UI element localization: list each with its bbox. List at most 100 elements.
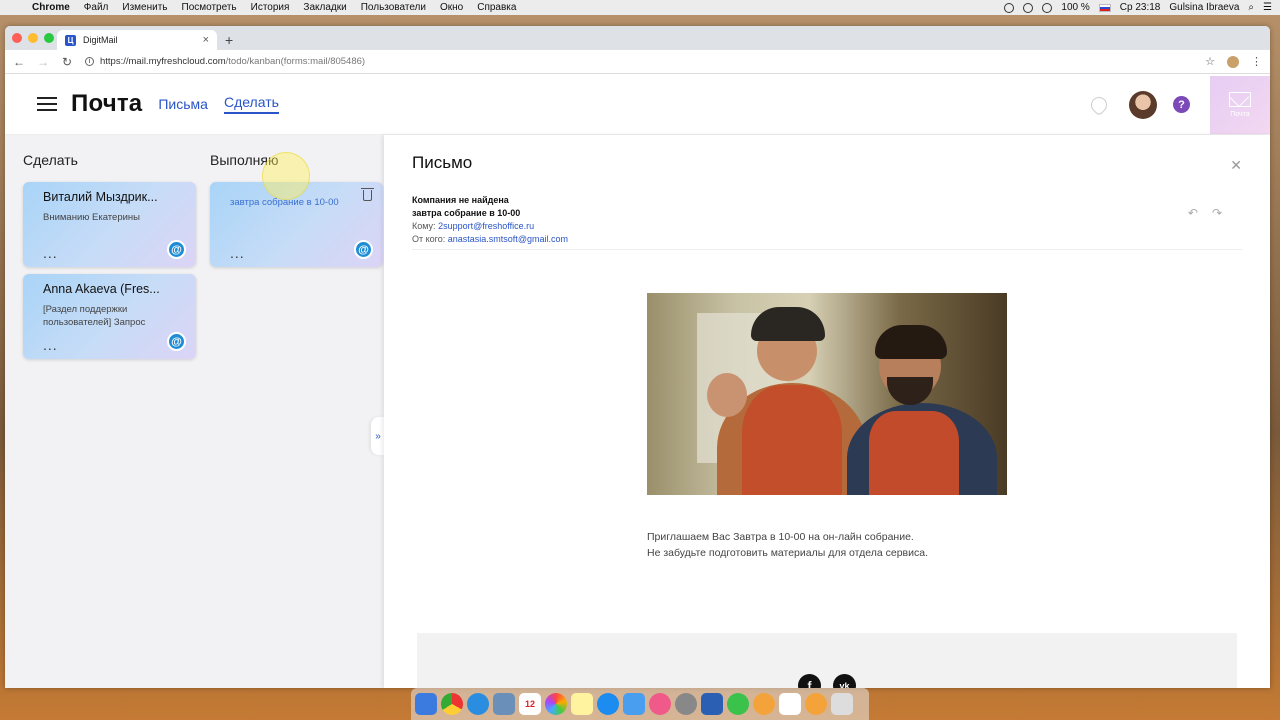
system-preferences-icon[interactable] xyxy=(675,693,697,715)
kanban-card[interactable]: Виталий Мыздрик... Вниманию Екатерины ..… xyxy=(23,182,196,267)
mail-from-label: От кого: xyxy=(412,234,446,244)
battery-percent[interactable]: 100 % xyxy=(1061,2,1089,13)
menu-help[interactable]: Справка xyxy=(477,2,516,13)
mail-from-address[interactable]: anastasia.smtsoft@gmail.com xyxy=(448,234,568,244)
kanban-card[interactable]: Anna Akaeva (Fres... [Раздел поддержки п… xyxy=(23,274,196,359)
digitmail-favicon-icon: Ц xyxy=(65,34,76,46)
app-icon[interactable] xyxy=(753,693,775,715)
chrome-menu-icon[interactable]: ⋮ xyxy=(1251,55,1262,68)
new-tab-icon[interactable]: + xyxy=(225,32,233,48)
preview-icon[interactable] xyxy=(493,693,515,715)
menu-file[interactable]: Файл xyxy=(84,2,109,13)
menu-app-name[interactable]: Chrome xyxy=(32,2,70,13)
card-title: Anna Akaeva (Fres... xyxy=(43,282,160,296)
mail-app-tile[interactable]: Почта xyxy=(1210,75,1270,134)
menubar-user[interactable]: Gulsina Ibraeva xyxy=(1169,2,1239,13)
reply-icon[interactable]: ↶ xyxy=(1188,206,1198,220)
whatsapp-icon[interactable] xyxy=(727,693,749,715)
mail-to-label: Кому: xyxy=(412,221,436,231)
site-info-icon[interactable]: i xyxy=(85,57,94,66)
mail-meta: Компания не найдена завтра собрание в 10… xyxy=(412,194,568,246)
tab-strip: Ц DigitMail × + xyxy=(5,26,1270,50)
card-more-icon[interactable]: ... xyxy=(43,337,58,353)
minimize-window-button[interactable] xyxy=(28,33,38,43)
chrome-icon[interactable] xyxy=(441,693,463,715)
wifi-icon[interactable] xyxy=(1042,2,1053,13)
url-path: /todo/kanban(forms:mail/805486) xyxy=(225,56,366,67)
kanban-board: Сделать Выполняю Виталий Мыздрик... Вним… xyxy=(5,135,384,688)
avatar[interactable] xyxy=(1129,90,1157,119)
page-title: Почта xyxy=(71,90,143,117)
card-subtitle: завтра собрание в 10-00 xyxy=(230,197,339,208)
mac-menubar: Chrome Файл Изменить Посмотреть История … xyxy=(0,0,1280,15)
nav-letters[interactable]: Письма xyxy=(158,96,208,112)
divider xyxy=(412,249,1242,250)
mail-company: Компания не найдена xyxy=(412,195,509,205)
browser-window: Ц DigitMail × + ← → ↻ i https://mail.myf… xyxy=(5,26,1270,688)
mail-to-address[interactable]: 2support@freshoffice.ru xyxy=(438,221,534,231)
menu-bookmarks[interactable]: Закладки xyxy=(303,2,346,13)
photos-icon[interactable] xyxy=(545,693,567,715)
finder-icon[interactable] xyxy=(415,693,437,715)
url-host: https://mail.myfreshcloud.com xyxy=(100,56,226,67)
menu-people[interactable]: Пользователи xyxy=(361,2,426,13)
address-bar: ← → ↻ i https://mail.myfreshcloud.com/to… xyxy=(5,50,1270,74)
menu-window[interactable]: Окно xyxy=(440,2,463,13)
calendar-icon[interactable]: 12 xyxy=(519,693,541,715)
forward-icon[interactable]: ↷ xyxy=(1212,206,1222,220)
spotlight-icon[interactable]: ⌕ xyxy=(1248,2,1254,13)
vk-icon[interactable]: vk xyxy=(833,674,856,688)
itunes-icon[interactable] xyxy=(649,693,671,715)
cursor-highlight xyxy=(262,152,310,200)
browser-tab[interactable]: Ц DigitMail × xyxy=(57,30,217,50)
input-language-flag-icon[interactable] xyxy=(1098,3,1111,12)
notification-center-icon[interactable]: ☰ xyxy=(1263,2,1272,13)
word-icon[interactable] xyxy=(701,693,723,715)
email-source-icon: @ xyxy=(167,332,186,351)
bluetooth-icon[interactable] xyxy=(1023,2,1034,13)
help-button[interactable]: ? xyxy=(1173,96,1190,113)
app-icon[interactable] xyxy=(805,693,827,715)
menu-history[interactable]: История xyxy=(251,2,290,13)
menubar-clock[interactable]: Ср 23:18 xyxy=(1120,2,1161,13)
card-subtitle: Вниманию Екатерины xyxy=(43,212,140,223)
reload-icon[interactable]: ↻ xyxy=(61,55,73,69)
url-field[interactable]: i https://mail.myfreshcloud.com/todo/kan… xyxy=(85,56,365,67)
hamburger-menu-icon[interactable] xyxy=(37,97,57,111)
mac-dock: 12 xyxy=(411,688,869,720)
app-icon[interactable] xyxy=(779,693,801,715)
tab-title: DigitMail xyxy=(83,35,118,45)
collapse-panel-button[interactable]: » xyxy=(371,417,385,455)
close-tab-icon[interactable]: × xyxy=(203,34,209,46)
zoom-window-button[interactable] xyxy=(44,33,54,43)
nav-todo[interactable]: Сделать xyxy=(223,94,279,114)
mail-panel-title: Письмо xyxy=(412,153,473,172)
app-store-icon[interactable] xyxy=(597,693,619,715)
trash-icon[interactable] xyxy=(361,188,374,201)
messages-icon[interactable] xyxy=(623,693,645,715)
menu-edit[interactable]: Изменить xyxy=(122,2,167,13)
notifications-icon[interactable] xyxy=(1087,93,1111,116)
menubar-status-area: 100 % Ср 23:18 Gulsina Ibraeva ⌕ ☰ xyxy=(1004,2,1272,13)
app-header: Почта Письма Сделать ? Почта xyxy=(5,74,1270,135)
mail-body: Приглашаем Вас Завтра в 10-00 на он-лайн… xyxy=(647,529,928,561)
card-title: Виталий Мыздрик... xyxy=(43,190,158,204)
mail-detail-panel: Письмо ✕ Компания не найдена завтра собр… xyxy=(384,135,1270,688)
notes-icon[interactable] xyxy=(571,693,593,715)
back-icon[interactable]: ← xyxy=(13,55,25,69)
apple-icon[interactable] xyxy=(8,3,18,13)
card-more-icon[interactable]: ... xyxy=(230,245,245,261)
menu-view[interactable]: Посмотреть xyxy=(182,2,237,13)
record-icon[interactable] xyxy=(1004,2,1015,13)
close-window-button[interactable] xyxy=(12,33,22,43)
forward-icon[interactable]: → xyxy=(37,55,49,69)
trash-icon[interactable] xyxy=(831,693,853,715)
bookmark-star-icon[interactable]: ☆ xyxy=(1205,55,1215,68)
envelope-icon xyxy=(1229,91,1251,107)
safari-icon[interactable] xyxy=(467,693,489,715)
mail-tile-label: Почта xyxy=(1230,110,1250,118)
profile-extension-icon[interactable] xyxy=(1227,55,1239,68)
facebook-icon[interactable]: f xyxy=(798,674,821,688)
card-more-icon[interactable]: ... xyxy=(43,245,58,261)
close-icon[interactable]: ✕ xyxy=(1230,157,1242,174)
